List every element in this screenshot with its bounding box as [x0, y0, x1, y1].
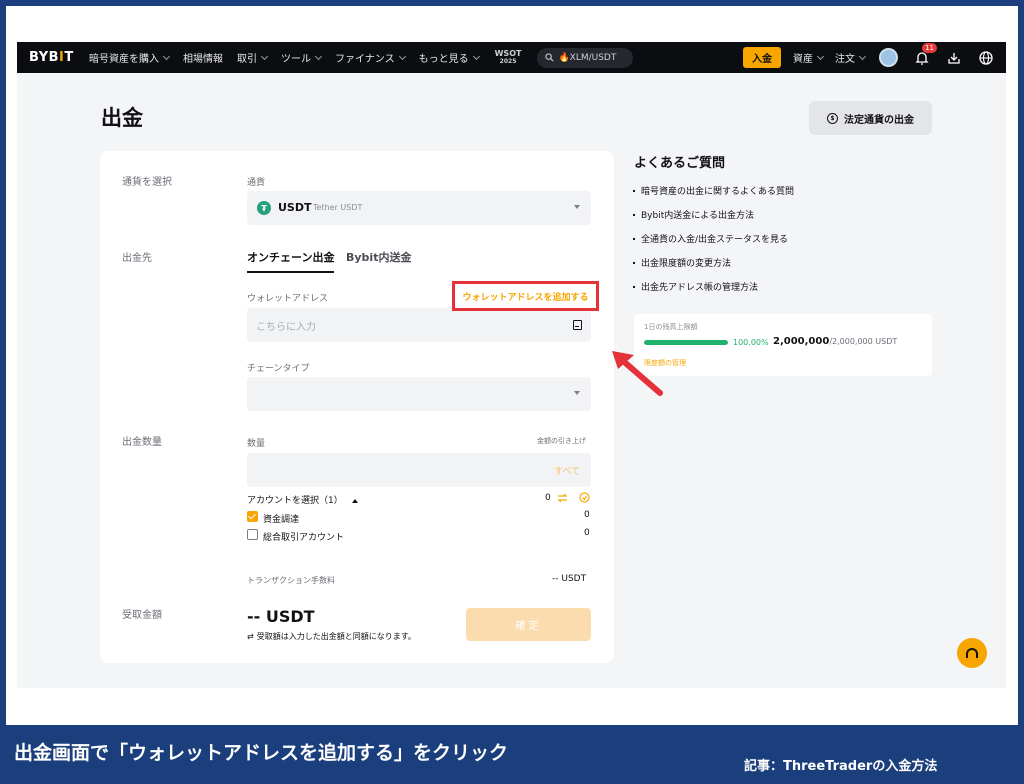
all-button[interactable]: すべて [554, 464, 580, 477]
bybit-window: BYBIT 暗号資産を購入 相場情報 取引 ツール ファイナンス もっと見る WSOT 20… [17, 42, 1006, 688]
refresh-icon[interactable] [579, 492, 590, 503]
confirm-button[interactable]: 確定 [466, 608, 591, 641]
quantity-label: 数量 [247, 439, 266, 449]
currency-field-label: 通貨 [247, 178, 266, 188]
address-placeholder: こちらに入力 [256, 321, 316, 333]
headset-icon [966, 648, 978, 658]
limit-percent: 100.00% [733, 338, 769, 347]
caret-up-icon [351, 498, 358, 503]
limit-value: 2,000,000/2,000,000 USDT [773, 336, 898, 347]
fee-label: トランザクション手数料 [247, 576, 335, 585]
chevron-down-icon [472, 52, 480, 60]
nav-orders[interactable]: 注文 [835, 50, 867, 65]
faq-item[interactable]: 出金先アドレス帳の管理方法 [633, 280, 758, 293]
withdraw-form: 通貨を選択 通貨 ₮ USDT Tether USDT 出金先 オンチェーン出金… [100, 151, 614, 663]
tether-icon: ₮ [257, 201, 271, 215]
swap-icon: ⇄ [247, 632, 254, 641]
nav-menu: 暗号資産を購入 相場情報 取引 ツール ファイナンス もっと見る [75, 50, 480, 65]
bybit-logo[interactable]: BYBIT [29, 50, 75, 65]
search-bar[interactable]: 🔥XLM/USDT [537, 47, 634, 68]
chevron-down-icon [162, 52, 171, 60]
amount-pullup-link[interactable]: 金額の引き上げ [537, 436, 586, 446]
faq-item[interactable]: 出金限度額の変更方法 [633, 256, 731, 269]
destination-section-label: 出金先 [122, 253, 152, 264]
nav-assets[interactable]: 資産 [793, 50, 825, 65]
deposit-button[interactable]: 入金 [743, 47, 781, 68]
fee-value: -- USDT [552, 574, 587, 584]
limit-progress-bar [644, 340, 728, 345]
top-nav: BYBIT 暗号資産を購入 相場情報 取引 ツール ファイナンス もっと見る WSOT 20… [17, 42, 1006, 73]
coin-icon: $ [827, 112, 838, 124]
add-wallet-address-link[interactable]: ウォレットアドレスを追加する [452, 281, 599, 311]
currency-select[interactable]: ₮ USDT Tether USDT [247, 191, 591, 225]
account-checkbox-unified[interactable] [247, 529, 258, 540]
fiat-withdraw-button[interactable]: $ 法定通貨の出金 [809, 101, 932, 135]
nav-item-4[interactable]: ファイナンス [335, 50, 406, 65]
account-select-value: 0 [545, 493, 551, 503]
nav-right: 入金 資産 注文 11 [743, 42, 1006, 73]
chevron-down-icon [858, 52, 867, 60]
limit-progress-fill [644, 340, 728, 345]
receive-section-label: 受取金額 [122, 610, 162, 621]
faq-title: よくあるご質問 [634, 156, 726, 171]
account-select-toggle[interactable]: アカウントを選択（1） [247, 493, 358, 506]
notification-bell-icon[interactable]: 11 [914, 42, 937, 66]
page-title: 出金 [101, 106, 143, 130]
notification-badge: 11 [922, 42, 937, 53]
amount-input[interactable]: すべて [247, 453, 591, 487]
receive-amount: -- USDT [247, 607, 315, 626]
nav-item-5[interactable]: もっと見る [419, 50, 480, 65]
wallet-address-label: ウォレットアドレス [247, 294, 329, 304]
avatar[interactable] [879, 48, 898, 67]
fiat-withdraw-label: 法定通貨の出金 [844, 114, 914, 126]
chevron-down-icon [816, 52, 825, 60]
nav-item-2[interactable]: 取引 [237, 50, 269, 65]
red-arrow-annotation [612, 351, 663, 396]
tab-internal-transfer[interactable]: Bybit内送金 [346, 249, 411, 265]
chevron-down-icon [314, 52, 323, 60]
account-checkbox-funding[interactable] [247, 511, 258, 522]
globe-icon[interactable] [978, 50, 994, 66]
account-label-unified: 総合取引アカウント [263, 533, 345, 543]
limit-label: 1日の残高上限額 [644, 323, 698, 331]
faq-item[interactable]: Bybit内送金による出金方法 [633, 208, 754, 221]
download-icon[interactable] [946, 50, 962, 66]
receive-note: ⇄ 受取額は入力した出金額と同額になります。 [247, 632, 416, 641]
caret-down-icon [574, 205, 580, 209]
nav-item-1[interactable]: 相場情報 [183, 50, 223, 65]
withdraw-limit-card: 1日の残高上限額 100.00% 2,000,000/2,000,000 USD… [634, 314, 932, 376]
wsot-logo[interactable]: WSOT 2025 [495, 49, 522, 66]
search-text: 🔥XLM/USDT [558, 52, 617, 63]
chain-type-label: チェーンタイプ [247, 364, 310, 374]
wallet-address-input[interactable]: こちらに入力 [247, 308, 591, 342]
amount-section-label: 出金数量 [122, 437, 162, 448]
account-label-funding: 資金調達 [263, 515, 300, 525]
tutorial-caption: 出金画面で「ウォレットアドレスを追加する」をクリック [14, 742, 509, 764]
chain-type-select[interactable] [247, 377, 591, 411]
currency-section-label: 通貨を選択 [122, 177, 172, 188]
currency-name: Tether USDT [313, 203, 363, 212]
caret-down-icon [574, 391, 580, 395]
account-value-unified: 0 [584, 528, 590, 538]
support-chat-button[interactable] [957, 638, 987, 668]
transfer-icon[interactable] [557, 493, 568, 503]
currency-symbol: USDT [278, 201, 312, 214]
nav-item-3[interactable]: ツール [281, 50, 323, 65]
chevron-down-icon [398, 52, 406, 60]
faq-item[interactable]: 暗号資産の出金に関するよくある質問 [633, 184, 794, 197]
account-value-funding: 0 [584, 510, 590, 520]
article-credit: 記事：ThreeTraderの入金方法 [744, 759, 938, 774]
chevron-down-icon [260, 52, 269, 60]
search-icon [545, 53, 554, 62]
faq-item[interactable]: 全通貨の入金/出金ステータスを見る [633, 232, 788, 245]
address-book-icon[interactable] [573, 320, 582, 330]
tab-onchain[interactable]: オンチェーン出金 [247, 249, 335, 273]
nav-item-0[interactable]: 暗号資産を購入 [89, 50, 171, 65]
